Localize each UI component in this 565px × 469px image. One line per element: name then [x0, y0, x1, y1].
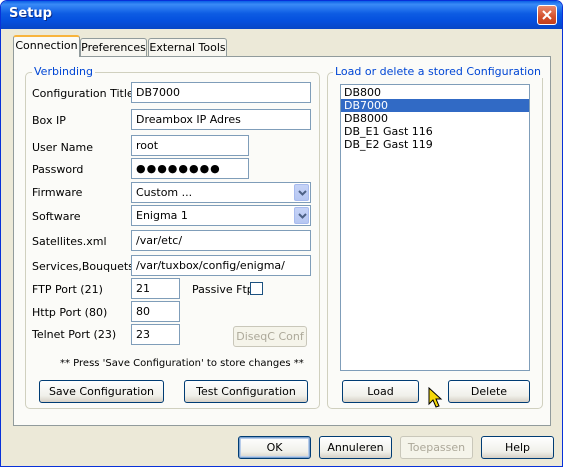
box-ip-input[interactable]: Dreambox IP Adres — [131, 109, 311, 130]
close-icon — [542, 10, 552, 20]
software-select[interactable]: Enigma 1 — [131, 205, 311, 226]
ftp-port-label: FTP Port (21) — [32, 283, 103, 296]
close-button[interactable] — [537, 5, 557, 25]
software-dropdown-button[interactable] — [294, 207, 309, 224]
test-configuration-button[interactable]: Test Configuration — [184, 380, 308, 403]
save-configuration-button[interactable]: Save Configuration — [39, 380, 164, 403]
ftp-port-input[interactable]: 21 — [131, 278, 180, 299]
telnet-port-input[interactable]: 23 — [131, 324, 180, 345]
satellites-label: Satellites.xml — [32, 235, 107, 248]
chevron-down-icon — [298, 190, 307, 196]
services-input[interactable]: /var/tuxbox/config/enigma/ — [131, 255, 311, 276]
list-item[interactable]: DB800 — [341, 86, 529, 99]
software-value: Enigma 1 — [136, 209, 188, 222]
tab-external-tools[interactable]: External Tools — [148, 38, 227, 57]
list-item[interactable]: DB8000 — [341, 112, 529, 125]
passive-ftp-label: Passive Ftp — [192, 283, 254, 296]
ok-button[interactable]: OK — [238, 436, 311, 459]
window-title: Setup — [9, 6, 52, 21]
verbinding-legend: Verbinding — [32, 65, 95, 78]
user-name-input[interactable]: root — [131, 135, 249, 156]
config-title-label: Configuration Title — [32, 87, 134, 100]
password-input[interactable]: ●●●●●●●● — [131, 158, 249, 179]
http-port-label: Http Port (80) — [32, 306, 108, 319]
diseqc-conf-button[interactable]: DiseqC Conf — [233, 326, 307, 347]
stored-config-list[interactable]: DB800 DB7000 DB8000 DB_E1 Gast 116 DB_E2… — [340, 84, 530, 371]
tab-preferences[interactable]: Preferences — [80, 38, 147, 57]
save-hint-text: ** Press 'Save Configuration' to store c… — [60, 358, 304, 369]
box-ip-label: Box IP — [32, 114, 66, 127]
mouse-pointer-icon — [428, 387, 443, 408]
passive-ftp-checkbox[interactable] — [250, 282, 263, 295]
firmware-value: Custom ... — [136, 186, 193, 199]
title-bar[interactable] — [1, 1, 562, 29]
config-title-input[interactable]: DB7000 — [131, 82, 311, 103]
delete-button[interactable]: Delete — [448, 380, 530, 403]
load-button[interactable]: Load — [342, 380, 419, 403]
list-item[interactable]: DB_E2 Gast 119 — [341, 138, 529, 151]
telnet-port-label: Telnet Port (23) — [32, 328, 117, 341]
firmware-dropdown-button[interactable] — [294, 184, 309, 201]
cancel-button[interactable]: Annuleren — [319, 436, 392, 459]
software-label: Software — [32, 210, 81, 223]
chevron-down-icon — [298, 213, 307, 219]
tab-connection[interactable]: Connection — [13, 35, 80, 57]
list-item[interactable]: DB_E1 Gast 116 — [341, 125, 529, 138]
services-label: Services,Bouquets — [32, 260, 134, 273]
apply-button[interactable]: Toepassen — [400, 436, 473, 459]
password-label: Password — [32, 163, 84, 176]
firmware-select[interactable]: Custom ... — [131, 182, 311, 203]
satellites-input[interactable]: /var/etc/ — [131, 230, 311, 251]
list-item-selected[interactable]: DB7000 — [341, 99, 529, 112]
user-name-label: User Name — [32, 141, 94, 154]
firmware-label: Firmware — [32, 186, 83, 199]
stored-config-legend: Load or delete a stored Configuration — [333, 65, 543, 78]
http-port-input[interactable]: 80 — [131, 301, 180, 322]
help-button[interactable]: Help — [481, 436, 554, 459]
